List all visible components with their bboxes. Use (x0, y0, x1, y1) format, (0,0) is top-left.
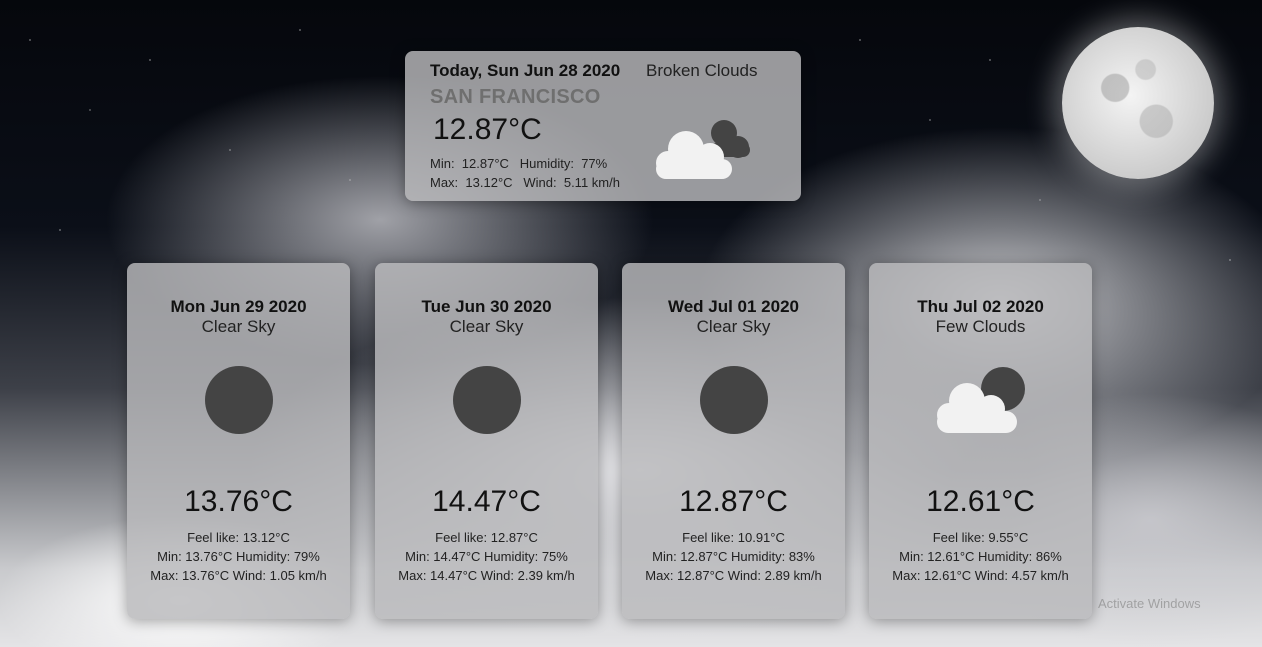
max-value: 13.12°C (465, 175, 513, 190)
forecast-temperature: 12.61°C (926, 485, 1035, 518)
forecast-min-humidity: Min: 12.61°C Humidity: 86% (899, 549, 1062, 564)
sun-icon (204, 366, 273, 434)
forecast-icon-wrap (127, 365, 350, 445)
forecast-max-wind: Max: 14.47°C Wind: 2.39 km/h (398, 568, 575, 583)
forecast-temperature: 13.76°C (184, 485, 293, 518)
forecast-date: Thu Jul 02 2020 (917, 297, 1044, 316)
forecast-description: Clear Sky (696, 317, 771, 336)
today-min-humidity-row: Min: 12.87°C Humidity: 77% (430, 156, 607, 171)
forecast-icon-wrap (375, 365, 598, 445)
sun-icon (452, 366, 521, 434)
today-temperature: 12.87°C (433, 113, 542, 146)
today-weather-card: Today, Sun Jun 28 2020 Broken Clouds SAN… (405, 51, 801, 201)
wind-label: Wind: (523, 175, 557, 190)
forecast-max-wind: Max: 12.61°C Wind: 4.57 km/h (892, 568, 1069, 583)
forecast-feels-like: Feel like: 13.12°C (187, 530, 290, 545)
forecast-min-humidity: Min: 12.87°C Humidity: 83% (652, 549, 815, 564)
forecast-icon-wrap (869, 365, 1092, 445)
forecast-temperature: 12.87°C (679, 485, 788, 518)
forecast-min-humidity: Min: 14.47°C Humidity: 75% (405, 549, 568, 564)
forecast-description: Clear Sky (449, 317, 524, 336)
humidity-value: 77% (581, 156, 608, 171)
max-label: Max: (430, 175, 459, 190)
forecast-date: Tue Jun 30 2020 (421, 297, 552, 316)
forecast-max-wind: Max: 13.76°C Wind: 1.05 km/h (150, 568, 327, 583)
forecast-temperature: 14.47°C (432, 485, 541, 518)
forecast-description: Clear Sky (201, 317, 276, 336)
broken-clouds-icon (656, 120, 750, 179)
wind-value: 5.11 km/h (563, 175, 620, 190)
forecast-card: Wed Jul 01 2020 Clear Sky 12.87°C Feel l… (622, 263, 845, 619)
min-label: Min: (430, 156, 455, 171)
humidity-label: Humidity: (519, 156, 574, 171)
today-max-wind-row: Max: 13.12°C Wind: 5.11 km/h (430, 175, 620, 190)
today-description: Broken Clouds (646, 61, 758, 80)
forecast-card: Thu Jul 02 2020 Few Clouds 12.61°C Feel … (869, 263, 1092, 619)
forecast-feels-like: Feel like: 12.87°C (435, 530, 538, 545)
forecast-date: Mon Jun 29 2020 (170, 297, 307, 316)
moon-image (1062, 27, 1214, 179)
forecast-icon-wrap (622, 365, 845, 445)
city-name: SAN FRANCISCO (430, 86, 601, 108)
forecast-feels-like: Feel like: 9.55°C (932, 530, 1029, 545)
forecast-card: Tue Jun 30 2020 Clear Sky 14.47°C Feel l… (375, 263, 598, 619)
min-value: 12.87°C (461, 156, 509, 171)
forecast-date: Wed Jul 01 2020 (667, 297, 800, 316)
few-clouds-icon (936, 367, 1025, 433)
forecast-max-wind: Max: 12.87°C Wind: 2.89 km/h (645, 568, 822, 583)
forecast-feels-like: Feel like: 10.91°C (682, 530, 785, 545)
forecast-description: Few Clouds (935, 317, 1026, 336)
activate-windows-watermark: Activate Windows (1098, 596, 1201, 611)
forecast-min-humidity: Min: 13.76°C Humidity: 79% (157, 549, 320, 564)
sun-icon (699, 366, 768, 434)
forecast-card: Mon Jun 29 2020 Clear Sky 13.76°C Feel l… (127, 263, 350, 619)
today-date: Today, Sun Jun 28 2020 (430, 61, 621, 80)
